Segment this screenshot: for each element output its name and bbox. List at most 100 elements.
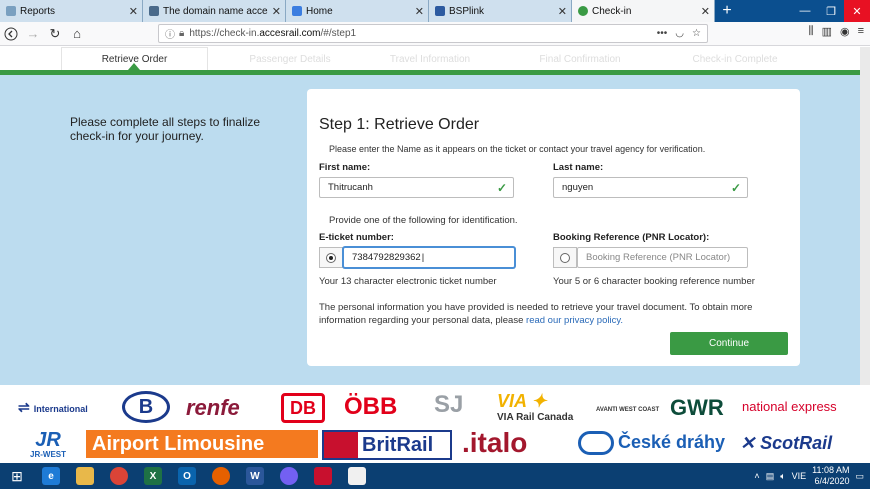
browser-tab-strip: Reports ✕ The domain name accessrail.c ✕… [0,0,870,22]
outlook-icon[interactable]: O [170,463,204,489]
logo-obb: ÖBB [344,393,398,420]
check-icon: ✓ [730,180,741,195]
privacy-policy-link[interactable]: read our privacy policy. [526,315,623,326]
eticket-field[interactable]: 7384792829362 | [343,247,515,268]
logo-jr-west: JR JR-WEST [30,429,66,459]
system-tray: ˄ ▤ 🔈︎ VIE 11:08 AM 6/4/2020 ▭ [754,465,870,487]
tray-expand-icon[interactable]: ˄ [754,471,759,481]
language-indicator[interactable]: VIE [792,471,807,481]
excel-icon[interactable]: X [136,463,170,489]
close-icon[interactable]: ✕ [415,5,424,18]
reload-icon[interactable]: ↻ [44,23,66,45]
bookmark-star-icon[interactable]: ☆ [692,28,701,39]
retrieve-order-form: Step 1: Retrieve Order Please enter the … [307,89,800,366]
pocket-icon[interactable]: ◡ [675,28,684,39]
restore-icon[interactable]: ❐ [818,0,844,22]
scrollbar[interactable] [860,47,870,385]
close-icon[interactable]: ✕ [272,5,281,18]
logo-renfe: renfe [186,395,240,420]
plane-icon [435,6,445,16]
eticket-radio-wrap[interactable] [319,247,343,268]
pnr-hint: Your 5 or 6 character booking reference … [553,276,755,287]
check-icon: ✓ [496,180,507,195]
tab-bsplink[interactable]: BSPlink ✕ [429,0,572,22]
logo-britrail: BritRail [322,430,452,460]
close-icon[interactable]: ✕ [558,5,567,18]
logo-italo: .italo [462,427,528,458]
document-icon [6,6,16,16]
lock-icon: 🔒︎ [179,28,185,39]
logo-sj: SJ [434,391,464,418]
window-controls: — ❐ ✕ [792,0,870,22]
tab-home[interactable]: Home ✕ [286,0,429,22]
edge-icon[interactable]: e [34,463,68,489]
notifications-icon[interactable]: ▭ [855,471,864,482]
menu-icon[interactable]: ≡ [858,25,864,38]
intro-text: Please complete all steps to finalize ch… [70,115,261,143]
step-travel-information: Travel Information [389,53,471,65]
new-tab-button[interactable]: + [715,0,739,22]
logo-via-rail: VIA ✦ VIA Rail Canada [497,391,574,423]
first-name-field[interactable]: Thitrucanh ✓ [319,177,514,198]
address-bar[interactable]: ⓘ 🔒︎ https://check-in. accesrail.com/#/st… [158,24,708,43]
logo-avanti: AVANTI WEST COAST [596,407,660,413]
network-icon[interactable]: ▤ [766,471,775,482]
word-icon[interactable]: W [238,463,272,489]
first-name-label: First name: [319,162,371,173]
sidebar-icon[interactable]: ▥ [822,25,832,38]
page-content: Retrieve Order Passenger Details Travel … [0,47,860,385]
page-actions-icon[interactable]: ••• [657,28,668,39]
app-red-icon[interactable] [306,463,340,489]
logo-gwr: GWR [670,395,724,420]
close-icon[interactable]: ✕ [701,5,710,18]
pnr-radio-wrap[interactable] [553,247,577,268]
cd-icon [578,431,614,455]
chrome-icon[interactable] [102,463,136,489]
forward-icon[interactable]: → [22,23,44,45]
logo-airport-limousine: Airport Limousine [86,430,318,458]
form-subtitle: Please enter the Name as it appears on t… [329,144,706,154]
partner-logos: ⇌ International B renfe DB ÖBB SJ VIA ✦ VI… [0,385,870,463]
step-passenger-details: Passenger Details [249,53,331,65]
window-close-icon[interactable]: ✕ [844,0,870,22]
horseshoe-icon [149,6,159,16]
logo-ns-international: ⇌ International [18,399,88,415]
taskbar: ⊞ e X O W ˄ ▤ 🔈︎ VIE 11:08 AM 6/4/2020 ▭ [0,463,870,489]
active-step-indicator [128,63,140,70]
tab-checkin[interactable]: Check-in ✕ [572,0,715,22]
provide-text: Provide one of the following for identif… [329,215,518,226]
clock[interactable]: 11:08 AM 6/4/2020 [812,465,849,487]
logo-db: DB [281,393,325,423]
tab-domain[interactable]: The domain name accessrail.c ✕ [143,0,286,22]
windows-start-icon[interactable]: ⊞ [0,463,34,489]
union-flag-icon [324,432,358,458]
volume-icon[interactable]: 🔈︎ [780,471,785,482]
firefox-icon[interactable] [204,463,238,489]
eticket-radio[interactable] [326,252,336,263]
pnr-field[interactable]: Booking Reference (PNR Locator) [577,247,748,268]
viber-icon[interactable] [272,463,306,489]
step-checkin-complete: Check-in Complete [692,53,778,65]
home-icon[interactable]: ⌂ [66,23,88,45]
progress-line [0,70,860,75]
app-image-icon[interactable] [340,463,374,489]
close-icon[interactable]: ✕ [129,5,138,18]
account-icon[interactable]: ◉ [840,25,850,38]
privacy-notice: The personal information you have provid… [319,302,753,326]
pnr-radio[interactable] [560,252,570,263]
file-explorer-icon[interactable] [68,463,102,489]
continue-button[interactable]: Continue [670,332,788,355]
pnr-label: Booking Reference (PNR Locator): [553,232,710,243]
library-icon[interactable]: ⫼ [809,25,814,38]
logo-national-express: national express [742,399,837,414]
eticket-label: E-ticket number: [319,232,394,243]
eticket-hint: Your 13 character electronic ticket numb… [319,276,497,287]
back-icon[interactable] [0,23,22,45]
logo-sncb: B [122,391,170,423]
info-icon[interactable]: ⓘ [165,26,175,41]
tab-reports[interactable]: Reports ✕ [0,0,143,22]
form-title: Step 1: Retrieve Order [319,116,480,133]
logo-ceske-drahy: České dráhy [578,431,725,455]
minimize-icon[interactable]: — [792,0,818,22]
last-name-field[interactable]: nguyen ✓ [553,177,748,198]
